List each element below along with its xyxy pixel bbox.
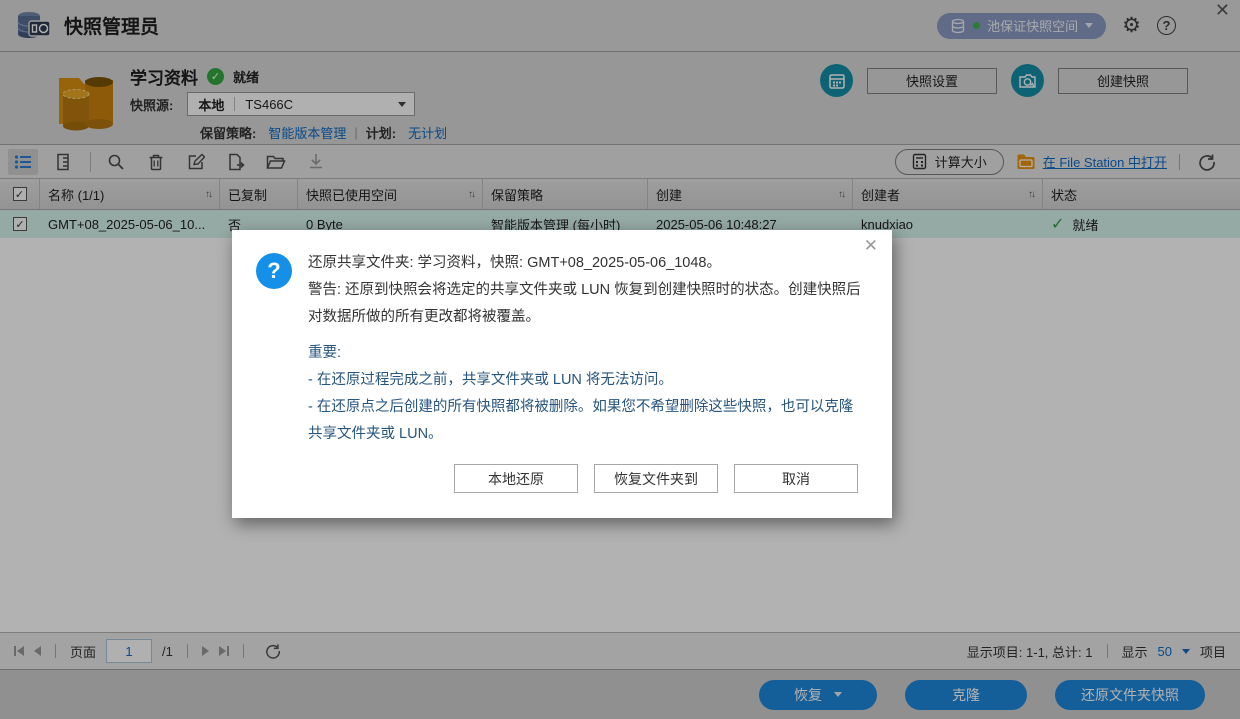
question-circle-icon [256,253,292,289]
local-restore-button[interactable]: 本地还原 [454,464,578,493]
cancel-button[interactable]: 取消 [734,464,858,493]
dialog-important-title: 重要: [308,340,866,367]
dialog-important-point-2: - 在还原点之后创建的所有快照都将被删除。如果您不希望删除这些快照，也可以克隆共… [308,394,866,448]
dialog-message-line1: 还原共享文件夹: 学习资料，快照: GMT+08_2025-05-06_1048… [308,250,866,277]
dialog-warning-text: 警告: 还原到快照会将选定的共享文件夹或 LUN 恢复到创建快照时的状态。创建快… [308,277,866,331]
dialog-important-point-1: - 在还原过程完成之前，共享文件夹或 LUN 将无法访问。 [308,367,866,394]
dialog-close-icon[interactable] [864,236,878,256]
restore-confirmation-dialog: 还原共享文件夹: 学习资料，快照: GMT+08_2025-05-06_1048… [232,230,892,518]
restore-folder-to-button[interactable]: 恢复文件夹到 [594,464,718,493]
